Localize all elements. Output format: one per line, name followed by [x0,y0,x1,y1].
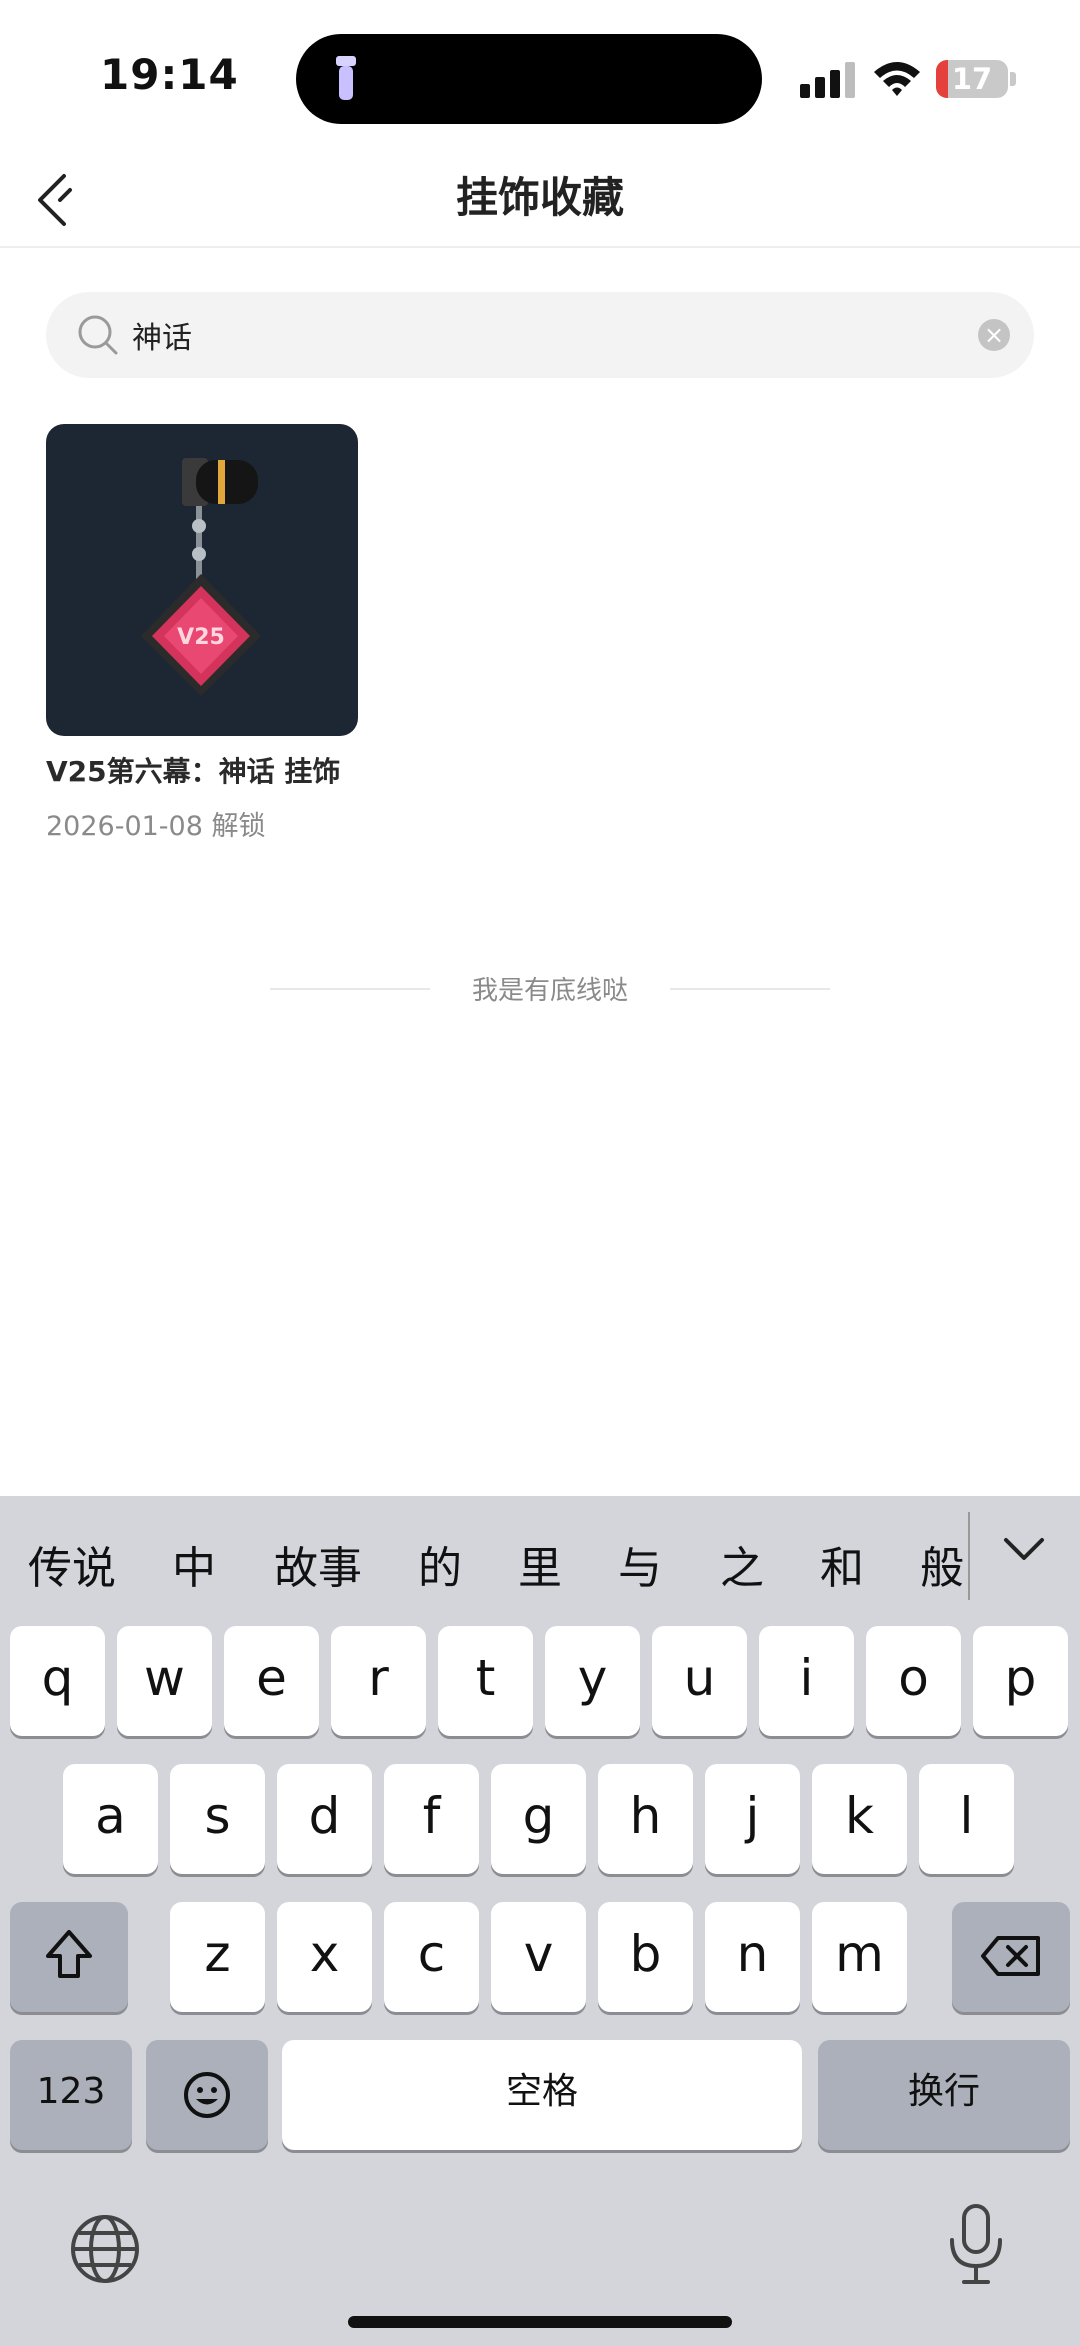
delete-key[interactable] [952,1902,1070,2012]
candidate-item[interactable]: 之 [720,1532,764,1596]
candidate-item[interactable]: 故事 [274,1532,362,1596]
candidate-bar: 传说 中 故事 的 里 与 之 和 般 [0,1496,1080,1620]
key-x[interactable]: x [277,1902,372,2012]
status-bar: 19:14 17 [0,0,1080,150]
key-z[interactable]: z [170,1902,265,2012]
candidate-item[interactable]: 般 [920,1532,964,1596]
shift-key[interactable] [10,1902,128,2012]
pendant-unlock-date: 2026-01-08 解锁 [46,811,266,842]
key-y[interactable]: y [545,1626,640,1736]
candidate-item[interactable]: 里 [518,1532,562,1596]
chevron-down-icon[interactable] [998,1524,1050,1576]
key-f[interactable]: f [384,1764,479,1874]
shift-icon [46,1930,92,1978]
clear-search-button[interactable]: × [978,319,1010,351]
key-h[interactable]: h [598,1764,693,1874]
candidate-item[interactable]: 和 [820,1532,864,1596]
key-n[interactable]: n [705,1902,800,2012]
dynamic-island [296,34,762,124]
cellular-signal-icon [800,62,855,98]
flashlight-icon [336,56,356,100]
key-b[interactable]: b [598,1902,693,2012]
candidate-item[interactable]: 传说 [28,1532,116,1596]
key-q[interactable]: q [10,1626,105,1736]
key-t[interactable]: t [438,1626,533,1736]
key-r[interactable]: r [331,1626,426,1736]
key-d[interactable]: d [277,1764,372,1874]
candidate-item[interactable]: 的 [418,1532,462,1596]
candidate-divider [968,1512,970,1600]
key-j[interactable]: j [705,1764,800,1874]
search-icon [78,315,118,355]
key-a[interactable]: a [63,1764,158,1874]
pendant-name: V25第六幕：神话 挂饰 [46,755,341,788]
emoji-key[interactable] [146,2040,268,2150]
end-of-list-text: 我是有底线哒 [471,976,628,1006]
end-of-list-divider: 我是有底线哒 [270,968,830,1008]
key-g[interactable]: g [491,1764,586,1874]
key-u[interactable]: u [652,1626,747,1736]
pendant-logo-text: V25 [177,625,225,650]
wifi-icon [874,62,920,96]
key-e[interactable]: e [224,1626,319,1736]
search-bar[interactable]: × [46,292,1034,378]
pendant-image: V25 [141,458,261,696]
battery-level: 17 [951,62,993,96]
candidate-item[interactable]: 中 [172,1532,216,1596]
key-v[interactable]: v [491,1902,586,2012]
battery-indicator: 17 [936,60,1016,98]
navigation-bar: 挂饰收藏 [0,150,1080,248]
numbers-key[interactable]: 123 [10,2040,132,2150]
key-o[interactable]: o [866,1626,961,1736]
backspace-icon [981,1936,1040,1976]
key-k[interactable]: k [812,1764,907,1874]
status-time: 19:14 [100,50,239,99]
home-indicator [348,2316,732,2328]
search-input[interactable] [132,308,932,362]
key-p[interactable]: p [973,1626,1068,1736]
key-c[interactable]: c [384,1902,479,2012]
pendant-thumbnail: V25 [46,424,358,736]
pendant-card[interactable]: V25 V25第六幕：神话 挂饰 2026-01-08 解锁 [46,424,360,843]
emoji-icon [184,2072,230,2118]
key-s[interactable]: s [170,1764,265,1874]
keyboard: 传说 中 故事 的 里 与 之 和 般 q w e r t y u i o p … [0,1496,1080,2346]
key-w[interactable]: w [117,1626,212,1736]
key-i[interactable]: i [759,1626,854,1736]
page-title: 挂饰收藏 [455,173,624,222]
key-m[interactable]: m [812,1902,907,2012]
globe-icon[interactable] [68,2212,142,2286]
candidate-item[interactable]: 与 [618,1532,662,1596]
key-l[interactable]: l [919,1764,1014,1874]
microphone-icon[interactable] [944,2202,1008,2288]
return-key[interactable]: 换行 [818,2040,1070,2150]
space-key[interactable]: 空格 [282,2040,802,2150]
